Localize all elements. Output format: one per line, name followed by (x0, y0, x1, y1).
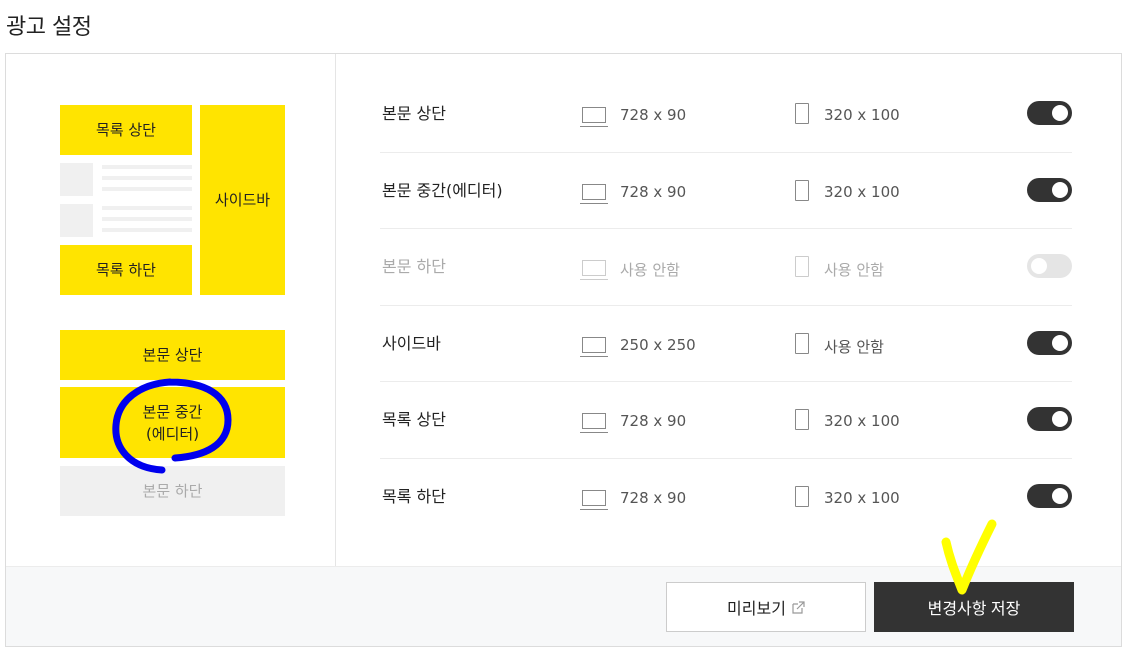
desktop-icon (580, 413, 608, 433)
desktop-icon (580, 336, 608, 357)
preview-line (102, 165, 192, 169)
desktop-icon (580, 489, 608, 510)
mobile-size: 320 x 100 (824, 488, 900, 507)
preview-line (102, 176, 192, 180)
mobile-size: 사용 안함 (824, 337, 884, 356)
preview-body-top: 본문 상단 (60, 330, 285, 380)
slot-toggle[interactable] (1027, 254, 1072, 278)
slot-toggle[interactable] (1027, 177, 1072, 202)
preview-thumb (60, 163, 93, 196)
mobile-icon (795, 332, 809, 354)
settings-panel: 목록 상단 사이드바 목록 하단 본문 상단 본문 중간 (에디터) 본문 하단… (5, 53, 1122, 647)
pc-size: 728 x 90 (620, 412, 687, 430)
toggle-knob (1052, 334, 1068, 351)
toggle-knob (1052, 487, 1068, 504)
ad-slot-row: 목록 하단 728 x 90 320 x 100 (380, 459, 1072, 536)
mobile-icon (795, 409, 809, 430)
toggle-knob (1052, 411, 1068, 427)
preview-body-middle-line1: 본문 중간 (142, 402, 203, 421)
preview-line (102, 187, 192, 191)
preview-sidebar: 사이드바 (200, 105, 285, 295)
preview-body-bottom: 본문 하단 (60, 466, 285, 516)
desktop-icon (580, 107, 608, 127)
mobile-icon (795, 103, 809, 124)
ad-slot-row: 본문 하단 사용 안함 사용 안함 (380, 229, 1072, 306)
slot-name: 목록 하단 (382, 486, 446, 506)
preview-list-bottom: 목록 하단 (60, 245, 192, 295)
slot-name: 본문 중간(에디터) (382, 180, 503, 200)
preview-thumb (60, 204, 93, 237)
mobile-icon (795, 179, 809, 201)
mobile-size: 사용 안함 (824, 261, 884, 279)
layout-preview: 목록 상단 사이드바 목록 하단 본문 상단 본문 중간 (에디터) 본문 하단 (6, 54, 336, 566)
ad-slot-row: 사이드바 250 x 250 사용 안함 (380, 306, 1072, 382)
desktop-icon (580, 260, 608, 280)
slot-name: 본문 하단 (382, 257, 446, 276)
toggle-knob (1052, 181, 1068, 198)
pc-size: 사용 안함 (620, 261, 680, 279)
pc-size: 250 x 250 (620, 335, 696, 354)
preview-line (102, 217, 192, 221)
desktop-icon (580, 183, 608, 204)
page-title: 광고 설정 (6, 15, 92, 40)
slot-toggle[interactable] (1027, 101, 1072, 125)
pc-size: 728 x 90 (620, 488, 687, 507)
slot-name: 목록 상단 (382, 410, 446, 429)
mobile-size: 320 x 100 (824, 412, 900, 430)
action-footer: 미리보기 변경사항 저장 (6, 566, 1121, 646)
slot-name: 사이드바 (382, 333, 441, 353)
slot-name: 본문 상단 (382, 104, 446, 123)
ad-slot-row: 본문 상단 728 x 90 320 x 100 (380, 76, 1072, 153)
slot-toggle[interactable] (1027, 330, 1072, 355)
slot-toggle[interactable] (1027, 483, 1072, 508)
slot-toggle[interactable] (1027, 407, 1072, 431)
pc-size: 728 x 90 (620, 106, 687, 124)
ad-slot-row: 본문 중간(에디터) 728 x 90 320 x 100 (380, 153, 1072, 229)
preview-body-middle: 본문 중간 (에디터) (60, 387, 285, 458)
save-changes-button[interactable]: 변경사항 저장 (874, 582, 1074, 632)
mobile-size: 320 x 100 (824, 182, 900, 201)
mobile-size: 320 x 100 (824, 106, 900, 124)
toggle-knob (1031, 258, 1047, 274)
preview-button[interactable]: 미리보기 (666, 582, 866, 632)
ad-slot-row: 목록 상단 728 x 90 320 x 100 (380, 382, 1072, 459)
preview-body-middle-line2: (에디터) (145, 424, 200, 443)
pc-size: 728 x 90 (620, 182, 687, 201)
ad-slot-list: 본문 상단 728 x 90 320 x 100 본문 중간(에디터) 728 … (380, 76, 1072, 535)
external-link-icon (792, 600, 805, 614)
preview-line (102, 206, 192, 210)
preview-line (102, 228, 192, 232)
ad-settings-page: 광고 설정 목록 상단 사이드바 목록 하단 본문 상단 본문 중간 (에디터)… (0, 0, 1127, 654)
mobile-icon (795, 485, 809, 507)
preview-button-label: 미리보기 (727, 601, 786, 618)
preview-list-top: 목록 상단 (60, 105, 192, 155)
toggle-knob (1052, 105, 1068, 121)
mobile-icon (795, 256, 809, 277)
